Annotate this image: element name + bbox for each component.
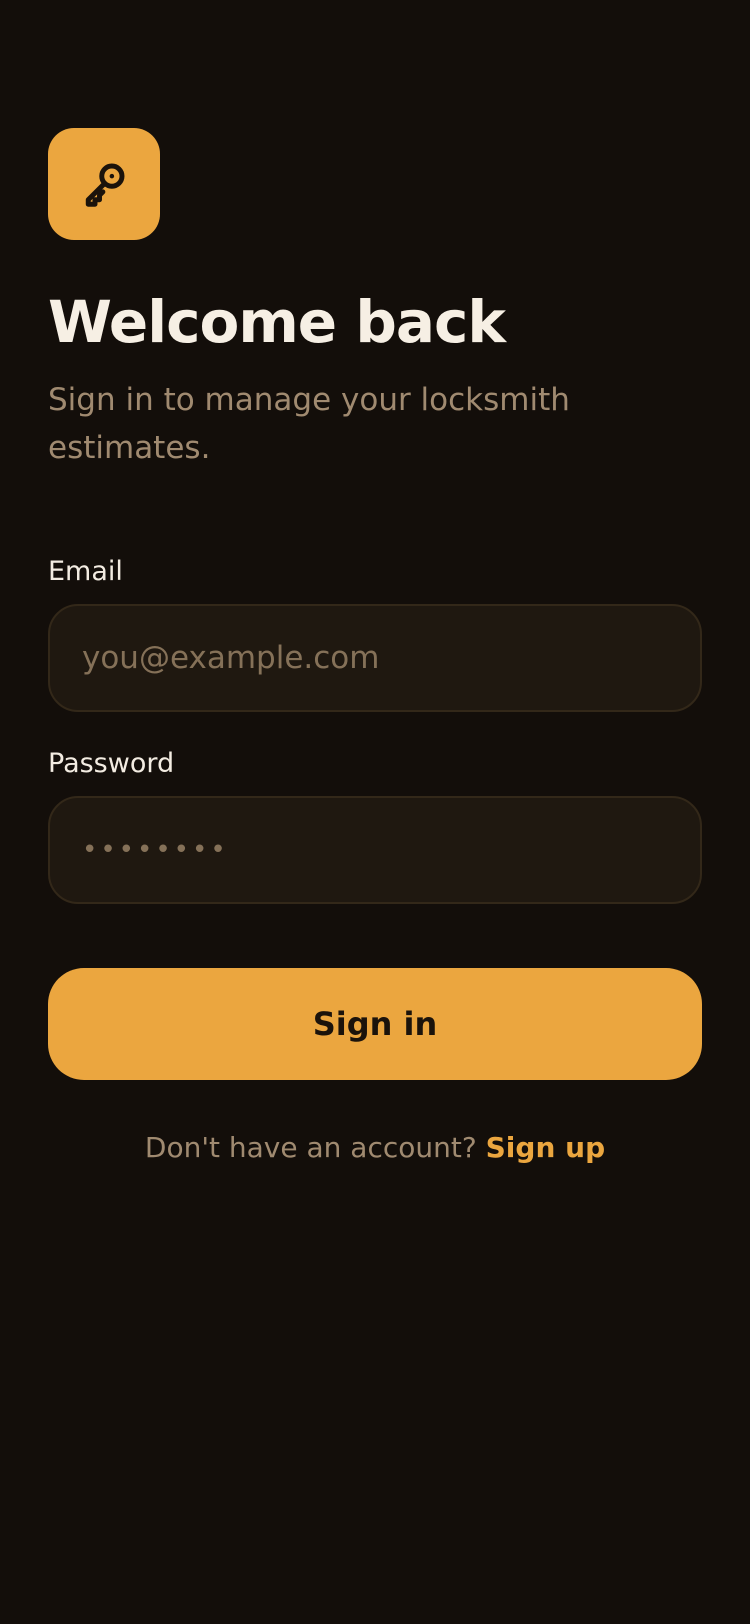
sign-in-button[interactable]: Sign in	[48, 968, 702, 1080]
app-logo	[48, 128, 160, 240]
password-field[interactable]: ••••••••	[48, 796, 702, 904]
sign-in-screen: Welcome back Sign in to manage your lock…	[0, 0, 750, 1624]
email-field[interactable]: you@example.com	[48, 604, 702, 712]
page-title: Welcome back	[48, 288, 506, 356]
email-placeholder: you@example.com	[82, 640, 380, 676]
sign-in-button-label: Sign in	[312, 1005, 438, 1043]
signup-prompt: Don't have an account? Sign up	[48, 1128, 702, 1168]
password-value: ••••••••	[82, 835, 229, 865]
email-label: Email	[48, 556, 123, 587]
key-icon	[85, 163, 125, 207]
sign-up-link[interactable]: Sign up	[486, 1131, 605, 1164]
password-label: Password	[48, 748, 175, 779]
signup-prompt-text: Don't have an account?	[144, 1131, 477, 1164]
page-subtitle: Sign in to manage your locksmith estimat…	[48, 382, 570, 466]
